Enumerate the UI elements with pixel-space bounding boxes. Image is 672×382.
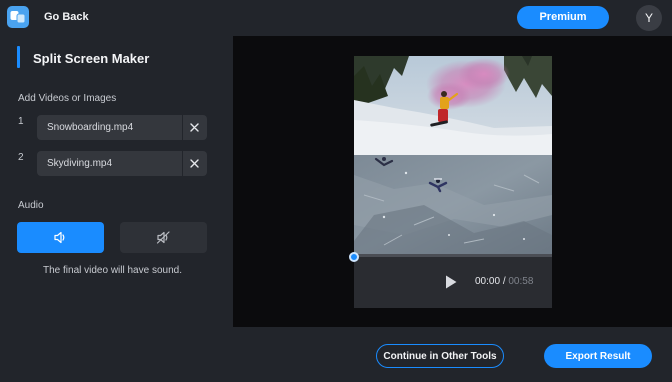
sound-on-button[interactable] [17, 222, 104, 253]
play-icon [446, 275, 457, 289]
audio-status-text: The final video will have sound. [43, 265, 182, 276]
avatar[interactable]: Y [636, 5, 662, 31]
remove-file-button[interactable] [183, 115, 207, 140]
audio-label: Audio [18, 200, 44, 211]
video-player: 00:00 / 00:58 [349, 56, 552, 308]
time-readout: 00:00 / 00:58 [475, 276, 533, 287]
file-name: Skydiving.mp4 [47, 158, 113, 169]
action-bar: Continue in Other Tools Export Result [233, 327, 672, 382]
video-preview-snowboarding [354, 56, 552, 155]
time-separator: / [502, 276, 506, 287]
app-logo-icon[interactable] [7, 6, 29, 28]
sound-off-button[interactable] [120, 222, 207, 253]
file-index: 2 [18, 152, 24, 163]
close-icon [190, 123, 199, 132]
remove-file-button[interactable] [183, 151, 207, 176]
speaker-icon [54, 231, 65, 244]
sidebar: Split Screen Maker Add Videos or Images … [0, 36, 233, 382]
go-back-link[interactable]: Go Back [44, 11, 89, 23]
play-button[interactable] [444, 274, 458, 290]
close-icon [190, 159, 199, 168]
app: Go Back Premium Y Split Screen Maker Add… [0, 0, 672, 382]
preview-stage: 00:00 / 00:58 [233, 36, 672, 327]
duration: 00:58 [508, 276, 534, 287]
file-item-skydiving[interactable]: Skydiving.mp4 [37, 151, 207, 176]
file-name: Snowboarding.mp4 [47, 122, 134, 133]
speaker-muted-icon [156, 231, 170, 244]
page-title: Split Screen Maker [33, 51, 150, 66]
progress-bar[interactable] [354, 254, 552, 257]
current-time: 00:00 [475, 276, 501, 287]
progress-handle[interactable] [349, 252, 359, 262]
file-item-snowboarding[interactable]: Snowboarding.mp4 [37, 115, 207, 140]
top-bar: Go Back Premium Y [0, 0, 672, 36]
title-accent-bar [17, 46, 20, 68]
premium-button[interactable]: Premium [517, 6, 609, 29]
add-media-label: Add Videos or Images [18, 93, 117, 104]
file-index: 1 [18, 116, 24, 127]
video-preview-skydiving [354, 155, 552, 254]
export-result-button[interactable]: Export Result [544, 344, 652, 368]
continue-in-other-tools-button[interactable]: Continue in Other Tools [376, 344, 504, 368]
